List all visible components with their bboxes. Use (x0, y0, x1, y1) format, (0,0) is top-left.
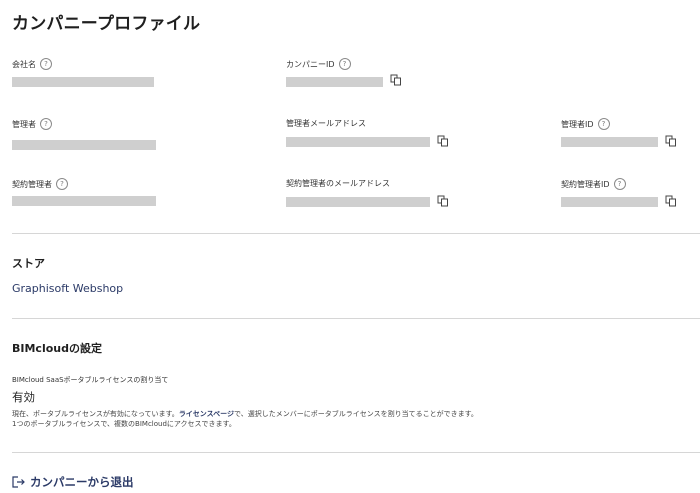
admin-value (12, 140, 156, 150)
question-mark-icon[interactable]: ? (338, 58, 351, 70)
admin-email-label: 管理者メールアドレス (286, 118, 366, 129)
page-title: カンパニープロファイル (12, 14, 201, 34)
question-mark-icon[interactable]: ? (613, 178, 626, 190)
contract-admin-label: 契約管理者 ? (12, 178, 68, 190)
copy-icon[interactable] (390, 74, 402, 86)
copy-icon[interactable] (437, 195, 449, 207)
divider (12, 452, 700, 453)
company-name-label-text: 会社名 (12, 59, 36, 69)
question-mark-icon[interactable]: ? (40, 58, 52, 70)
company-name-value (12, 77, 154, 87)
divider (12, 318, 700, 319)
exit-icon (12, 476, 25, 488)
admin-id-label-text: 管理者ID (561, 119, 594, 129)
company-id-value (286, 77, 383, 87)
copy-icon[interactable] (437, 135, 449, 147)
leave-company-label: カンパニーから退出 (30, 475, 134, 489)
copy-icon[interactable] (665, 135, 677, 147)
admin-id-label: 管理者ID ? (561, 118, 610, 130)
description-line-2: 1つのポータブルライセンスで、複数のBIMcloudにアクセスできます。 (12, 420, 236, 428)
question-mark-icon[interactable]: ? (597, 118, 610, 130)
description-line-1: 現在、ポータブルライセンスが有効になっています。ライセンスページで、選択したメン… (12, 409, 612, 419)
company-name-label: 会社名 ? (12, 58, 52, 70)
contract-admin-email-label: 契約管理者のメールアドレス (286, 178, 390, 189)
question-mark-icon[interactable]: ? (56, 178, 68, 190)
contract-admin-id-value (561, 197, 658, 207)
company-id-label: カンパニーID ? (286, 58, 351, 70)
admin-id-value (561, 137, 658, 147)
admin-label: 管理者 ? (12, 118, 52, 130)
store-heading: ストア (12, 257, 45, 270)
contract-admin-label-text: 契約管理者 (12, 179, 52, 189)
divider (12, 233, 700, 234)
contract-admin-id-label-text: 契約管理者ID (561, 179, 610, 189)
description-text: 現在、ポータブルライセンスが有効になっています。 (12, 410, 179, 418)
contract-admin-value (12, 196, 156, 206)
bimcloud-heading: BIMcloudの設定 (12, 342, 102, 355)
admin-label-text: 管理者 (12, 119, 36, 129)
copy-icon[interactable] (665, 195, 677, 207)
contract-admin-email-label-text: 契約管理者のメールアドレス (286, 179, 390, 188)
webshop-link[interactable]: Graphisoft Webshop (12, 282, 123, 295)
leave-company-button[interactable]: カンパニーから退出 (12, 474, 134, 490)
contract-admin-id-label: 契約管理者ID ? (561, 178, 626, 190)
company-id-label-text: カンパニーID (286, 59, 335, 69)
license-page-link[interactable]: ライセンスページ (179, 410, 234, 418)
admin-email-value (286, 137, 430, 147)
description-text: で、選択したメンバーにポータブルライセンスを割り当てることができます。 (234, 410, 478, 418)
question-mark-icon[interactable]: ? (40, 118, 52, 130)
portable-license-setting-label: BIMcloud SaaSポータブルライセンスの割り当て (12, 376, 169, 384)
admin-email-label-text: 管理者メールアドレス (286, 119, 366, 128)
contract-admin-email-value (286, 197, 430, 207)
portable-license-description: 現在、ポータブルライセンスが有効になっています。ライセンスページで、選択したメン… (12, 409, 612, 429)
portable-license-setting-value: 有効 (12, 390, 35, 404)
